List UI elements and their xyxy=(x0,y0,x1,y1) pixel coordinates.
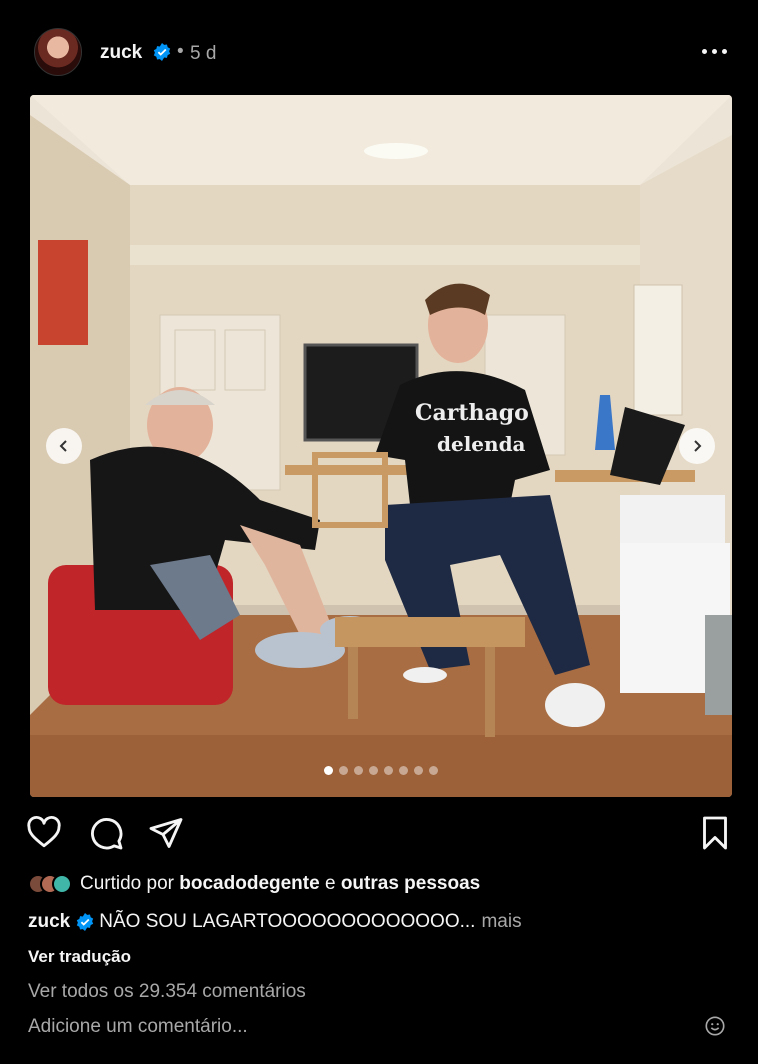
add-comment-input[interactable]: Adicione um comentário... xyxy=(28,1016,248,1038)
view-comments-link[interactable]: Ver todos os 29.354 comentários xyxy=(28,981,306,1003)
heart-icon xyxy=(27,816,61,848)
avatar[interactable] xyxy=(34,28,82,76)
carousel-indicator xyxy=(324,766,438,776)
translate-link[interactable]: Ver tradução xyxy=(28,947,131,967)
post-photo[interactable]: Carthago delenda xyxy=(30,95,732,797)
likes-text: Curtido por bocadodegente e outras pesso… xyxy=(80,873,480,895)
shirt-text-1: Carthago xyxy=(415,400,529,426)
carousel-dot xyxy=(384,766,393,775)
verified-badge-icon xyxy=(153,43,171,61)
more-options-icon[interactable] xyxy=(700,40,730,64)
separator-dot: • xyxy=(177,41,184,62)
post-time[interactable]: 5 d xyxy=(190,43,216,65)
likes-prefix: Curtido por xyxy=(80,873,174,894)
shirt-text-2: delenda xyxy=(437,432,526,456)
likes-row: Curtido por bocadodegente e outras pesso… xyxy=(28,872,480,896)
chevron-right-icon xyxy=(694,440,702,452)
caption-text: NÃO SOU LAGARTOOOOOOOOOOOOO... xyxy=(99,911,476,932)
action-bar xyxy=(0,812,758,856)
carousel-dot xyxy=(324,766,333,775)
post-username[interactable]: zuck xyxy=(100,42,142,64)
carousel-prev-button[interactable] xyxy=(46,428,82,464)
send-icon xyxy=(149,818,183,848)
like-button[interactable] xyxy=(26,815,66,855)
verified-badge-icon xyxy=(77,913,94,931)
comment-icon xyxy=(91,818,123,850)
share-button[interactable] xyxy=(148,815,188,855)
comment-button[interactable] xyxy=(88,815,128,855)
avatar xyxy=(52,874,72,894)
caption-more-link[interactable]: mais xyxy=(481,911,521,933)
carousel-dot xyxy=(414,766,423,775)
chevron-left-icon xyxy=(59,440,67,452)
carousel-next-button[interactable] xyxy=(679,428,715,464)
likes-conjunction: e xyxy=(324,873,336,894)
caption-username[interactable]: zuck xyxy=(28,911,70,933)
carousel-dot xyxy=(369,766,378,775)
carousel-dot xyxy=(354,766,363,775)
save-button[interactable] xyxy=(697,815,737,855)
carousel-dot xyxy=(429,766,438,775)
likes-others-link[interactable]: outras pessoas xyxy=(341,873,480,894)
likes-user-link[interactable]: bocadodegente xyxy=(179,873,319,894)
bookmark-icon xyxy=(703,816,727,850)
carousel-dot xyxy=(339,766,348,775)
post-header: zuck • 5 d xyxy=(0,0,758,95)
emoji-icon[interactable] xyxy=(704,1015,726,1037)
caption: zuck NÃO SOU LAGARTOOOOOOOOOOOOO... mais xyxy=(28,911,522,933)
carousel-dot xyxy=(399,766,408,775)
